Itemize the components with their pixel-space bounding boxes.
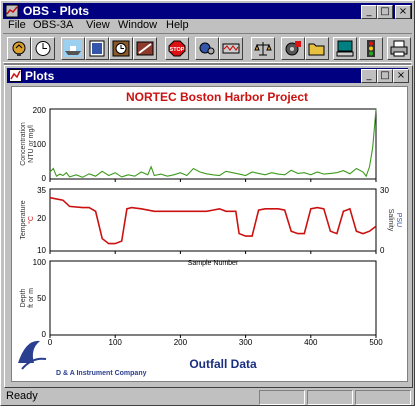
traffic-light-icon xyxy=(367,40,375,57)
plot-window-icon xyxy=(9,69,22,82)
concentration-series-line xyxy=(49,108,377,178)
temp-ylabel-units: °C xyxy=(27,216,35,224)
plots-minimize-button[interactable]: _ xyxy=(361,69,377,83)
depth-tick-50: 50 xyxy=(37,294,46,303)
balance-button[interactable] xyxy=(251,37,275,60)
concentration-panel xyxy=(49,108,377,180)
depth-tick-100: 100 xyxy=(33,258,47,267)
menu-obs3a[interactable]: OBS-3A xyxy=(33,19,73,31)
computer-button[interactable] xyxy=(333,37,357,60)
temp-tick-35: 35 xyxy=(37,186,46,195)
menu-file[interactable]: File xyxy=(8,19,26,31)
close-button[interactable]: × xyxy=(395,5,411,19)
print-button[interactable] xyxy=(387,37,411,60)
status-pane-2 xyxy=(307,390,353,405)
disk-icon xyxy=(285,41,301,56)
clock-button[interactable] xyxy=(31,37,55,60)
traffic-light-button[interactable] xyxy=(359,37,383,60)
company-logo xyxy=(18,340,47,370)
conc-tick-0: 0 xyxy=(42,174,47,183)
stop-icon-label: STOP xyxy=(170,47,185,53)
depth-ylabel: Depth xyxy=(20,289,27,308)
conc-ylabel: Concentration xyxy=(20,122,27,166)
computer-icon xyxy=(336,40,354,57)
settings-icon xyxy=(199,42,215,55)
depth-ylabel-units: ft or m xyxy=(28,288,35,308)
connect-icon xyxy=(12,41,26,56)
open-folder-button[interactable] xyxy=(305,37,329,60)
temp-tick-20: 20 xyxy=(37,214,46,223)
data-icon xyxy=(222,43,240,54)
chart: NORTEC Boston Harbor Project 200 100 0 C… xyxy=(18,90,402,377)
plot-area: NORTEC Boston Harbor Project 200 100 0 C… xyxy=(11,86,408,382)
timer-button[interactable] xyxy=(109,37,133,60)
disk-button[interactable] xyxy=(281,37,305,60)
chart-title: NORTEC Boston Harbor Project xyxy=(126,90,308,104)
stop-icon: STOP xyxy=(168,40,186,57)
footer-title: Outfall Data xyxy=(189,357,257,371)
series-group xyxy=(49,108,377,245)
menu-help[interactable]: Help xyxy=(166,19,189,31)
menu-view[interactable]: View xyxy=(86,19,110,31)
salinity-label: Salinity xyxy=(387,209,394,232)
temperature-series-line xyxy=(49,196,377,245)
app-icon xyxy=(5,4,19,18)
minimize-button[interactable]: _ xyxy=(361,5,377,19)
sal-tick-30: 30 xyxy=(380,186,389,195)
panel-icon xyxy=(89,40,105,57)
sal-tick-0: 0 xyxy=(380,246,385,255)
data-button[interactable] xyxy=(219,37,243,60)
temp-tick-10: 10 xyxy=(37,246,46,255)
plots-maximize-button[interactable]: □ xyxy=(377,69,393,83)
conc-tick-200: 200 xyxy=(33,106,47,115)
x-tick-label-400: 400 xyxy=(304,338,318,347)
ship-button[interactable] xyxy=(61,37,85,60)
x-tick-label-0: 0 xyxy=(48,338,53,347)
ship-icon xyxy=(64,40,82,57)
open-folder-icon xyxy=(308,43,325,56)
plots-close-button[interactable]: × xyxy=(393,69,409,83)
depth-panel xyxy=(49,260,377,336)
x-axis-label: Sample Number xyxy=(188,260,239,267)
calibrate-icon xyxy=(136,41,154,56)
plots-window-title: Plots xyxy=(25,69,55,83)
x-tick-label-100: 100 xyxy=(109,338,123,347)
depth-tick-0: 0 xyxy=(42,330,47,339)
x-tick-label-500: 500 xyxy=(369,338,383,347)
x-tick-label-200: 200 xyxy=(174,338,188,347)
status-text: Ready xyxy=(6,390,38,402)
settings-button[interactable] xyxy=(195,37,219,60)
maximize-button[interactable]: □ xyxy=(377,5,393,19)
app-window: OBS - Plots _ □ × File OBS-3A View Windo… xyxy=(0,0,415,406)
menu-bar: File OBS-3A View Window Help xyxy=(3,19,412,33)
toolbar: STOP xyxy=(3,33,412,63)
status-bar: Ready xyxy=(3,389,412,405)
temp-ylabel: Temperature xyxy=(20,200,27,239)
timer-icon xyxy=(112,40,130,57)
balance-icon xyxy=(254,42,272,56)
connect-button[interactable] xyxy=(7,37,31,60)
menu-window[interactable]: Window xyxy=(118,19,157,31)
plots-window: Plots _ □ × NORTEC Boston Harbor Project… xyxy=(4,65,413,388)
stop-button[interactable]: STOP xyxy=(165,37,189,60)
panel-button[interactable] xyxy=(85,37,109,60)
printer-icon xyxy=(390,40,408,57)
salinity-units: PSU xyxy=(395,213,402,227)
title-bar: OBS - Plots _ □ × xyxy=(3,3,412,19)
calibrate-button[interactable] xyxy=(133,37,157,60)
x-tick-label-300: 300 xyxy=(239,338,253,347)
conc-ylabel-units: NTU or mg/l xyxy=(28,125,35,163)
status-pane-3 xyxy=(355,390,411,405)
clock-icon xyxy=(35,41,51,56)
status-pane-1 xyxy=(259,390,305,405)
company-name: D & A Instrument Company xyxy=(56,370,147,377)
plots-title-bar: Plots _ □ × xyxy=(7,68,409,83)
window-title: OBS - Plots xyxy=(23,4,90,18)
